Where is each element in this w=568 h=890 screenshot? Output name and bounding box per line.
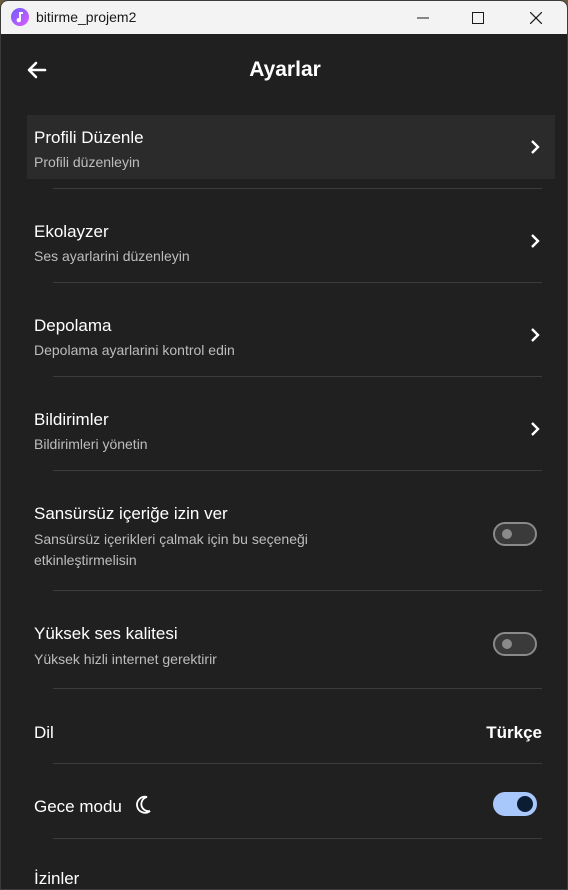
divider (53, 590, 542, 591)
maximize-icon (472, 12, 484, 24)
settings-item-subtitle: Bildirimleri yönetin (34, 436, 148, 452)
toggle-knob (517, 796, 533, 812)
chevron-right-icon (531, 140, 540, 154)
close-button[interactable] (507, 1, 565, 34)
chevron-right-icon (531, 422, 540, 436)
divider (53, 688, 542, 689)
minimize-button[interactable] (394, 1, 452, 34)
settings-item-title: Bildirimler (34, 410, 109, 429)
settings-item-title: Dil (34, 723, 54, 742)
moon-icon (136, 795, 151, 814)
chevron-right-icon (531, 234, 540, 248)
page-title: Ayarlar (249, 58, 321, 81)
divider (53, 838, 542, 839)
settings-item-subtitle: Ses ayarlarini düzenleyin (34, 248, 190, 264)
settings-item-title: Yüksek ses kalitesi (34, 624, 178, 643)
divider (53, 763, 542, 764)
settings-item-title: Ekolayzer (34, 222, 109, 241)
maximize-button[interactable] (449, 1, 507, 34)
settings-item-profile[interactable]: Profili Düzenle Profili düzenleyin (27, 115, 555, 179)
settings-item-night-mode[interactable]: Gece modu (27, 785, 555, 829)
divider (53, 282, 542, 283)
night-mode-toggle[interactable] (493, 792, 537, 816)
divider (53, 470, 542, 471)
language-value: Türkçe (486, 723, 542, 742)
settings-item-permissions[interactable]: İzinler (27, 859, 555, 889)
settings-item-title: Depolama (34, 316, 112, 335)
high-quality-toggle[interactable] (493, 632, 537, 656)
settings-item-title: İzinler (34, 869, 80, 888)
toggle-knob (502, 529, 512, 539)
settings-item-subtitle-line1: Sansürsüz içerikleri çalmak için bu seçe… (34, 531, 308, 547)
settings-item-subtitle: Depolama ayarlarini kontrol edin (34, 342, 235, 358)
app-logo-icon (11, 8, 29, 26)
app-window: bitirme_projem2 Ayarlar Profili Düzenle … (0, 0, 568, 890)
settings-item-title: Gece modu (34, 797, 122, 816)
minimize-icon (417, 17, 429, 19)
settings-item-high-quality[interactable]: Yüksek ses kalitesi Yüksek hizli interne… (27, 613, 555, 677)
settings-item-language[interactable]: Dil Türkçe (27, 711, 555, 755)
settings-item-subtitle: Yüksek hizli internet gerektirir (34, 651, 217, 667)
close-icon (530, 12, 542, 24)
explicit-content-toggle[interactable] (493, 522, 537, 546)
divider (53, 188, 542, 189)
chevron-right-icon (531, 328, 540, 342)
toggle-knob (502, 639, 512, 649)
settings-item-subtitle-line2: etkinleştirmelisin (34, 552, 137, 568)
settings-item-notifications[interactable]: Bildirimler Bildirimleri yönetin (27, 397, 555, 461)
divider (53, 376, 542, 377)
settings-item-subtitle: Profili düzenleyin (34, 154, 140, 170)
title-bar[interactable]: bitirme_projem2 (1, 1, 567, 34)
settings-item-title: Sansürsüz içeriğe izin ver (34, 504, 228, 523)
window-title: bitirme_projem2 (36, 9, 137, 25)
settings-item-storage[interactable]: Depolama Depolama ayarlarini kontrol edi… (27, 303, 555, 367)
settings-item-title: Profili Düzenle (34, 128, 144, 147)
settings-item-equalizer[interactable]: Ekolayzer Ses ayarlarini düzenleyin (27, 209, 555, 273)
app-bar: Ayarlar (1, 34, 567, 106)
settings-item-explicit-content[interactable]: Sansürsüz içeriğe izin ver Sansürsüz içe… (27, 493, 555, 579)
